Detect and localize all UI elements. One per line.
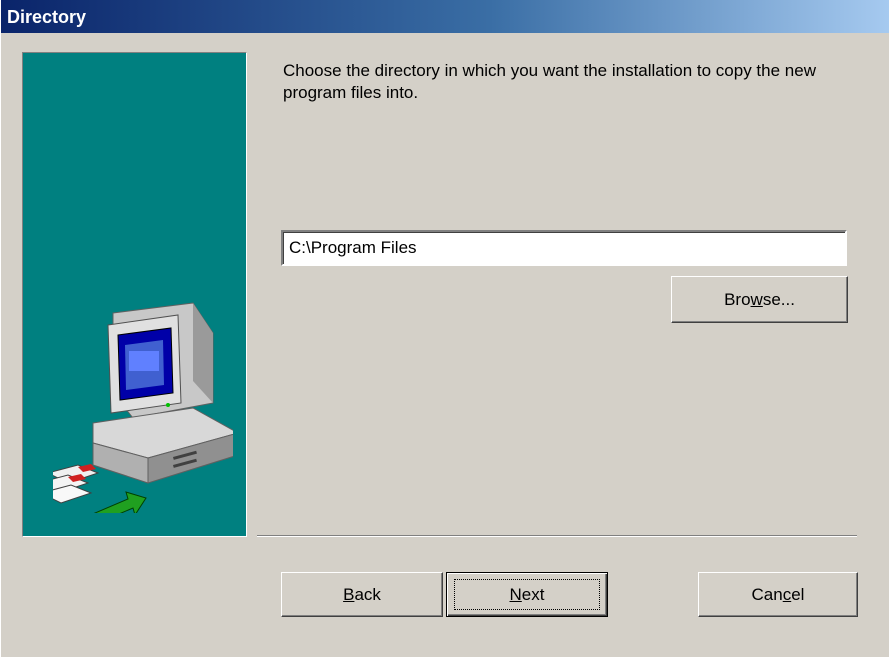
computer-install-icon [53, 302, 233, 513]
back-label: Back [343, 584, 381, 604]
button-separator [257, 535, 857, 537]
window-title: Directory [7, 7, 87, 27]
browse-label: Browse... [724, 289, 795, 309]
focus-rectangle [454, 579, 600, 610]
instruction-text: Choose the directory in which you want t… [283, 61, 816, 102]
next-button[interactable]: Next [446, 572, 608, 617]
setup-dialog: Directory Choose the directory in which … [0, 0, 889, 657]
side-panel [22, 52, 247, 537]
directory-path-input[interactable] [281, 230, 847, 266]
cancel-label: Cancel [751, 584, 805, 604]
title-bar[interactable]: Directory [1, 0, 889, 33]
back-button[interactable]: Back [281, 572, 443, 617]
browse-button[interactable]: Browse... [671, 276, 848, 323]
cancel-button[interactable]: Cancel [698, 572, 858, 617]
